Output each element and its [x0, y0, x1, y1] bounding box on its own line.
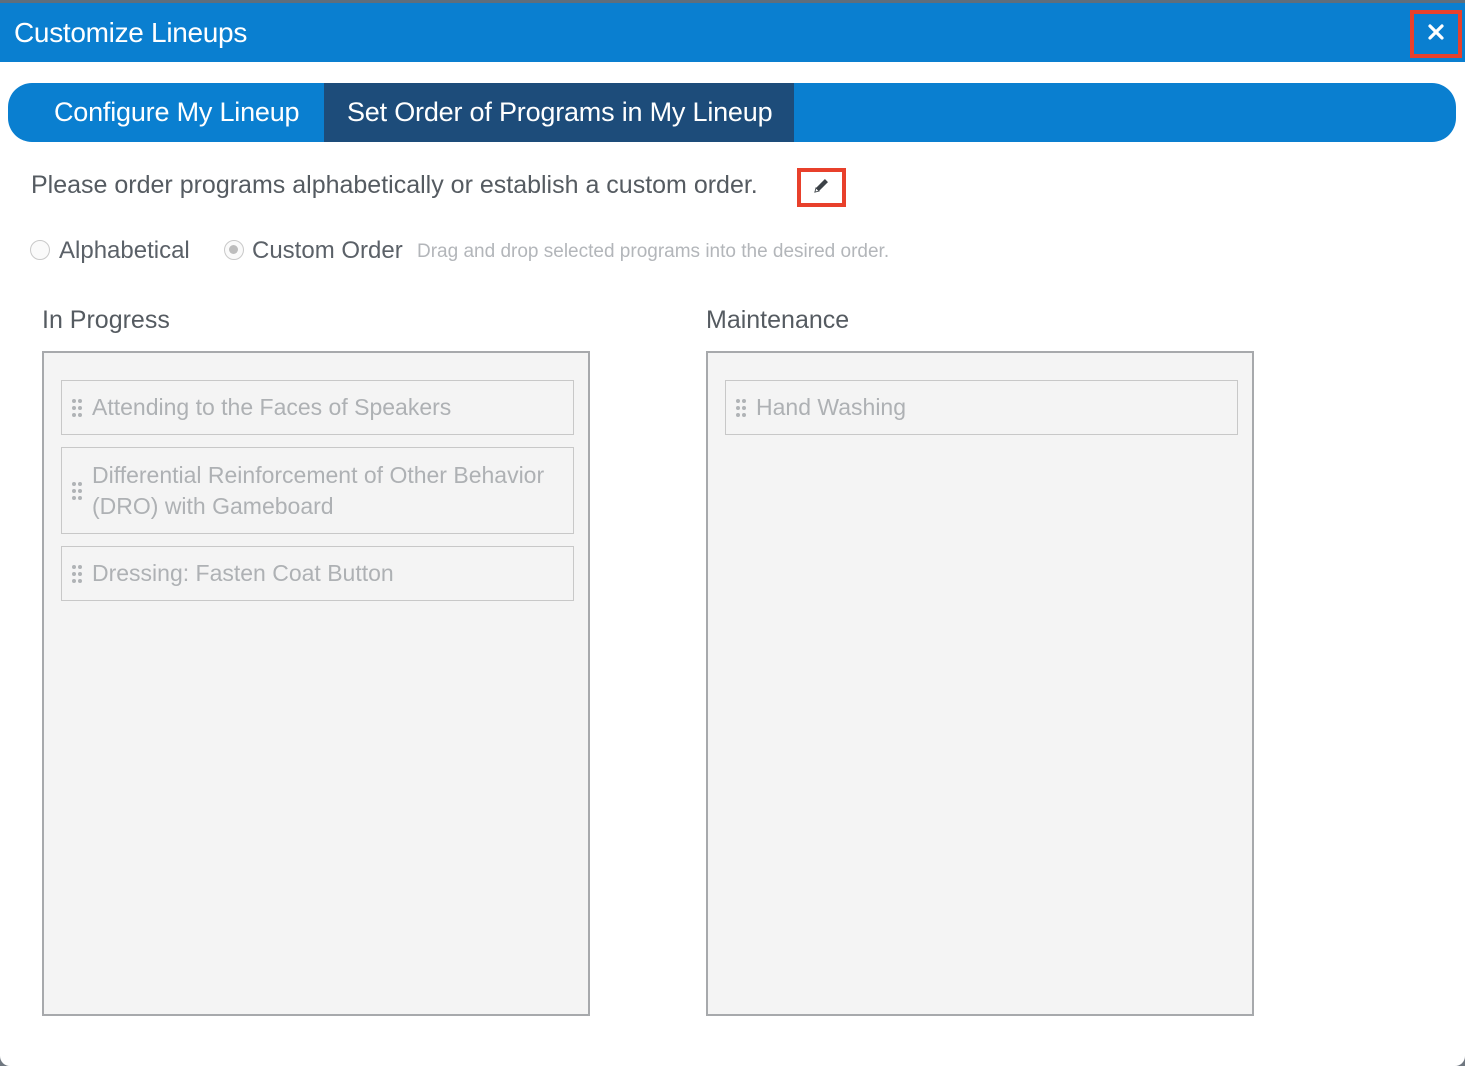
pencil-icon	[812, 176, 831, 200]
in-progress-heading: In Progress	[42, 306, 170, 334]
dialog-titlebar: Customize Lineups	[0, 0, 1465, 62]
drag-handle-icon[interactable]	[62, 448, 92, 533]
close-icon	[1426, 22, 1446, 47]
maintenance-heading: Maintenance	[706, 306, 850, 334]
program-item[interactable]: Dressing: Fasten Coat Button	[61, 546, 574, 601]
in-progress-list: Attending to the Faces of Speakers Diffe…	[42, 351, 590, 1016]
close-button[interactable]	[1410, 10, 1462, 58]
program-item[interactable]: Hand Washing	[725, 380, 1238, 435]
tab-configure-my-lineup[interactable]: Configure My Lineup	[54, 83, 300, 142]
dialog-title: Customize Lineups	[14, 17, 248, 48]
custom-order-label[interactable]: Custom Order	[252, 237, 403, 265]
program-item[interactable]: Differential Reinforcement of Other Beha…	[61, 447, 574, 534]
tab-bar: Configure My Lineup Set Order of Program…	[8, 83, 1456, 142]
instruction-text: Please order programs alphabetically or …	[31, 171, 758, 199]
customize-lineups-dialog: Customize Lineups Configure My Lineup Se…	[0, 0, 1465, 1066]
drag-handle-icon[interactable]	[62, 381, 92, 434]
ordering-options: Alphabetical Custom Order Drag and drop …	[0, 236, 1465, 266]
program-name: Differential Reinforcement of Other Beha…	[92, 461, 545, 519]
program-name: Hand Washing	[756, 394, 907, 420]
tab-set-order[interactable]: Set Order of Programs in My Lineup	[324, 83, 794, 142]
edit-button[interactable]	[797, 168, 846, 207]
maintenance-list: Hand Washing	[706, 351, 1254, 1016]
custom-order-radio[interactable]	[224, 240, 244, 260]
program-name: Attending to the Faces of Speakers	[92, 394, 452, 420]
drag-handle-icon[interactable]	[726, 381, 756, 434]
program-item[interactable]: Attending to the Faces of Speakers	[61, 380, 574, 435]
alphabetical-label[interactable]: Alphabetical	[59, 237, 190, 265]
drag-drop-hint: Drag and drop selected programs into the…	[417, 241, 890, 262]
alphabetical-radio[interactable]	[30, 240, 50, 260]
program-name: Dressing: Fasten Coat Button	[92, 560, 394, 586]
drag-handle-icon[interactable]	[62, 547, 92, 600]
